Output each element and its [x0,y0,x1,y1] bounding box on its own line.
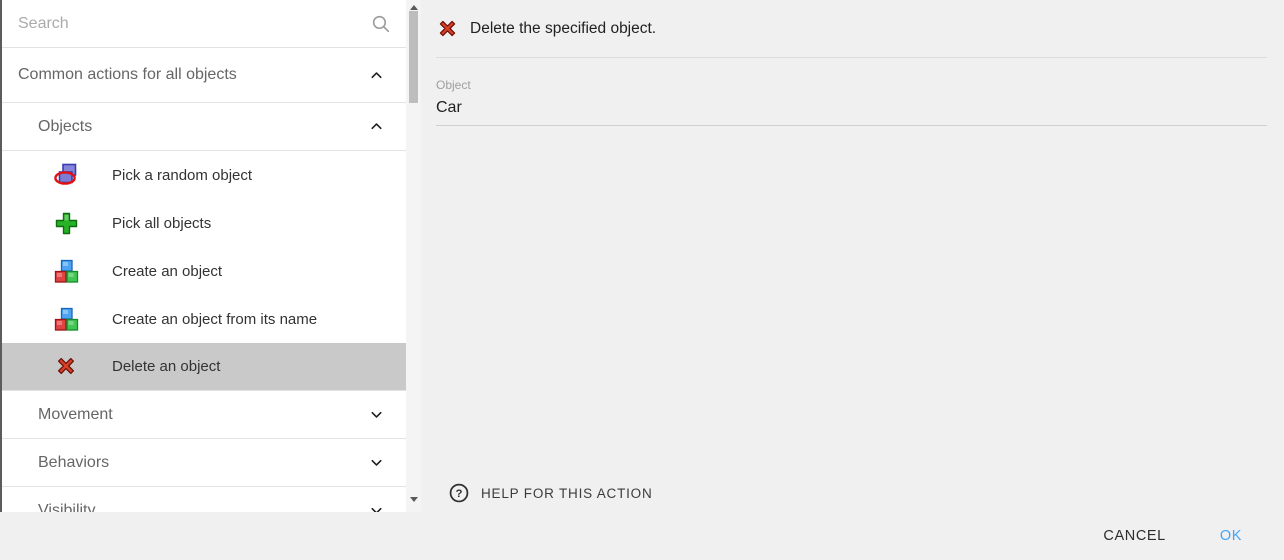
chevron-up-icon [368,67,385,84]
svg-text:?: ? [456,488,463,500]
action-item-pick-random-object[interactable]: Pick a random object [2,151,406,199]
category-behaviors[interactable]: Behaviors [2,439,406,487]
help-button-label: HELP FOR THIS ACTION [481,486,653,501]
search-input[interactable] [18,15,362,33]
ok-button[interactable]: OK [1204,520,1258,552]
search-bar [2,0,406,48]
object-field-block: Object [436,78,1267,126]
triangle-up-icon [410,5,418,10]
help-circle-icon: ? [448,482,470,504]
action-item-pick-all-objects[interactable]: Pick all objects [2,199,406,247]
header-divider [436,57,1267,58]
action-item-label: Pick a random object [112,167,252,184]
action-item-label: Delete an object [112,358,220,375]
create-object-icon [54,307,79,332]
category-objects[interactable]: Objects [2,103,406,151]
object-field-label: Object [436,78,1267,92]
scrollbar-down-button[interactable] [406,492,421,506]
chevron-down-icon [368,454,385,471]
action-item-create-object[interactable]: Create an object [2,247,406,295]
help-button[interactable]: ? HELP FOR THIS ACTION [448,480,653,506]
dialog-footer: CANCEL OK [0,512,1284,560]
scrollbar-thumb[interactable] [409,11,418,103]
action-title: Delete the specified object. [470,20,656,38]
create-object-icon [54,259,79,284]
pick-all-objects-icon [54,211,79,236]
category-label: Behaviors [38,454,109,472]
action-item-label: Create an object from its name [112,311,317,328]
chevron-up-icon [368,118,385,135]
category-visibility[interactable]: Visibility [2,487,406,512]
action-item-delete-object[interactable]: Delete an object [2,343,406,391]
delete-object-icon [436,17,459,40]
action-item-create-object-from-name[interactable]: Create an object from its name [2,295,406,343]
category-label: Objects [38,118,92,136]
action-item-label: Pick all objects [112,215,211,232]
sidebar-scrollbar[interactable] [406,0,421,512]
category-label: Common actions for all objects [18,66,237,84]
action-item-label: Create an object [112,263,222,280]
search-icon [370,13,392,35]
chevron-down-icon [368,406,385,423]
pick-random-object-icon [54,163,79,188]
triangle-down-icon [410,497,418,502]
actions-list-panel: Common actions for all objects Objects P… [0,0,421,512]
action-header: Delete the specified object. [421,0,1284,57]
category-label: Movement [38,406,113,424]
category-movement[interactable]: Movement [2,391,406,439]
cancel-button[interactable]: CANCEL [1087,520,1181,552]
delete-object-icon [54,354,79,379]
action-parameters-panel: Delete the specified object. Object ? HE… [421,0,1284,512]
category-label: Visibility [38,502,96,513]
object-field-input[interactable] [436,92,1267,126]
category-common-actions[interactable]: Common actions for all objects [2,48,406,103]
chevron-down-icon [368,502,385,512]
